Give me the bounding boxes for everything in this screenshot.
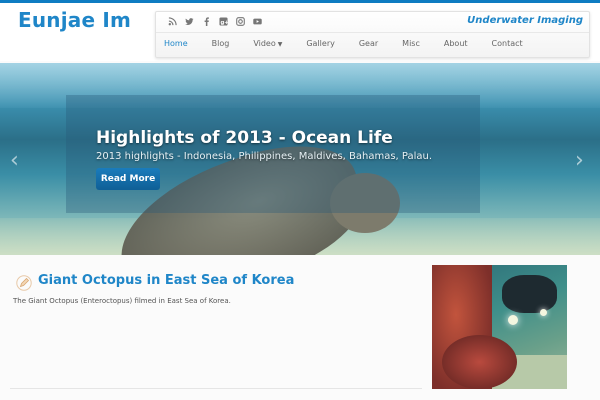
octopus-image: [442, 335, 517, 389]
svg-text:g+: g+: [220, 20, 228, 26]
twitter-icon[interactable]: [185, 17, 194, 26]
rss-icon[interactable]: [168, 17, 177, 26]
post-entry: Giant Octopus in East Sea of Korea The G…: [0, 255, 600, 400]
menu-item-gallery[interactable]: Gallery: [306, 39, 335, 48]
post-thumbnail[interactable]: [432, 265, 567, 389]
instagram-icon[interactable]: [236, 17, 245, 26]
menu-item-contact[interactable]: Contact: [492, 39, 523, 48]
dive-light: [508, 315, 518, 325]
read-more-button[interactable]: Read More: [96, 168, 160, 190]
menu-item-blog[interactable]: Blog: [212, 39, 230, 48]
youtube-icon[interactable]: [253, 17, 262, 26]
site-tagline: Underwater Imaging: [467, 15, 583, 26]
menu-item-misc[interactable]: Misc: [402, 39, 420, 48]
diver-image: [502, 275, 557, 313]
pencil-icon: [16, 275, 32, 295]
slider-prev-arrow-icon[interactable]: ‹: [10, 148, 19, 173]
google-plus-icon[interactable]: g+: [219, 17, 228, 26]
chevron-down-icon: ▼: [277, 41, 283, 48]
slide-title[interactable]: Highlights of 2013 - Ocean Life: [96, 128, 393, 148]
slider-next-arrow-icon[interactable]: ›: [575, 148, 584, 173]
main-menu: Home Blog Video ▼ Gallery Gear Misc About…: [164, 39, 547, 48]
post-title[interactable]: Giant Octopus in East Sea of Korea: [38, 273, 294, 288]
menu-item-about[interactable]: About: [444, 39, 468, 48]
site-header: Eunjae Im g+ Underwater Imaging Home Blo…: [0, 3, 600, 61]
dive-light-2: [540, 309, 547, 316]
social-links: g+: [168, 17, 262, 26]
menu-item-video[interactable]: Video ▼: [253, 39, 282, 48]
site-logo[interactable]: Eunjae Im: [18, 8, 131, 32]
menu-item-video-label: Video: [253, 39, 276, 48]
facebook-icon[interactable]: [202, 17, 211, 26]
menu-item-gear[interactable]: Gear: [359, 39, 378, 48]
slide-subtitle: 2013 highlights - Indonesia, Philippines…: [96, 151, 433, 162]
post-excerpt: The Giant Octopus (Enteroctopus) filmed …: [13, 297, 231, 305]
nav-box: g+ Underwater Imaging Home Blog Video ▼ G…: [155, 11, 590, 58]
nav-divider: [156, 32, 589, 33]
post-divider: [10, 388, 422, 389]
menu-item-home[interactable]: Home: [164, 39, 188, 48]
